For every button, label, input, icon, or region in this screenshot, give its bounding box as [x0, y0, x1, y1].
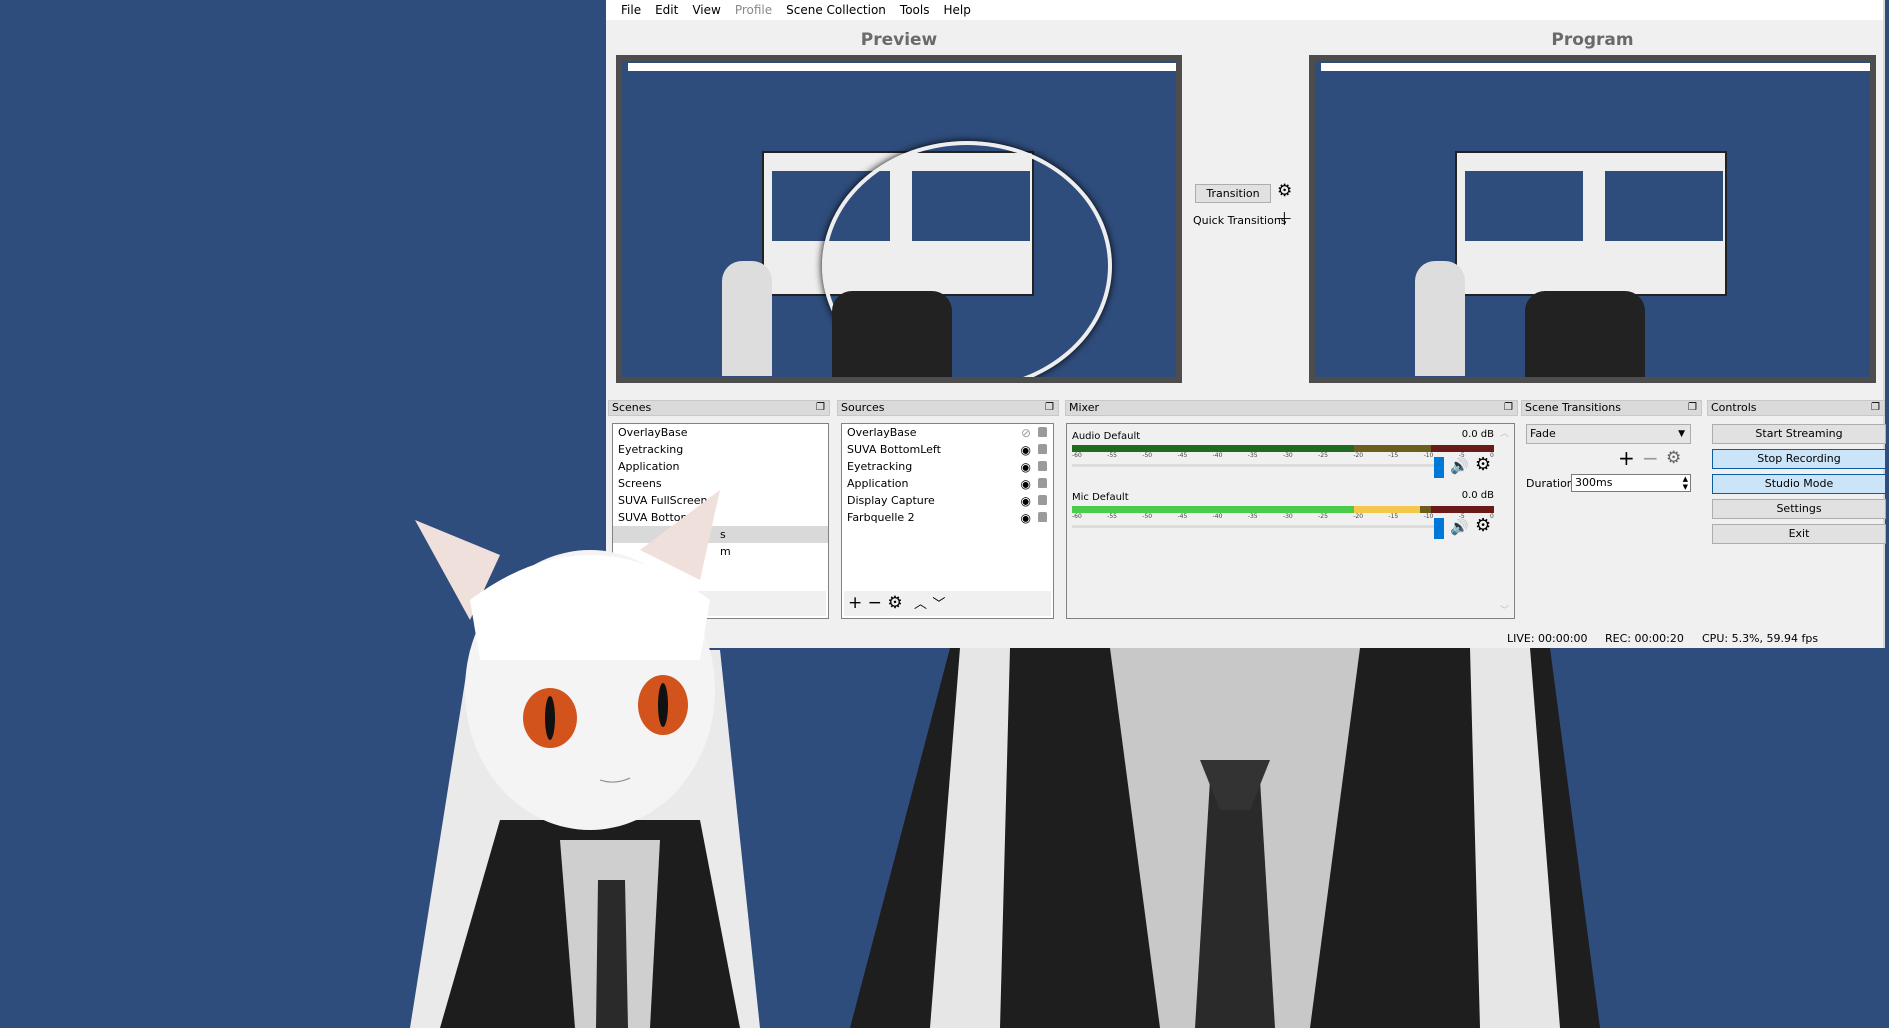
- avatar-large-body: [850, 648, 1600, 1028]
- avatar-small-cat-girl: [410, 490, 760, 1028]
- vtuber-avatar-overlay: [410, 490, 1600, 1028]
